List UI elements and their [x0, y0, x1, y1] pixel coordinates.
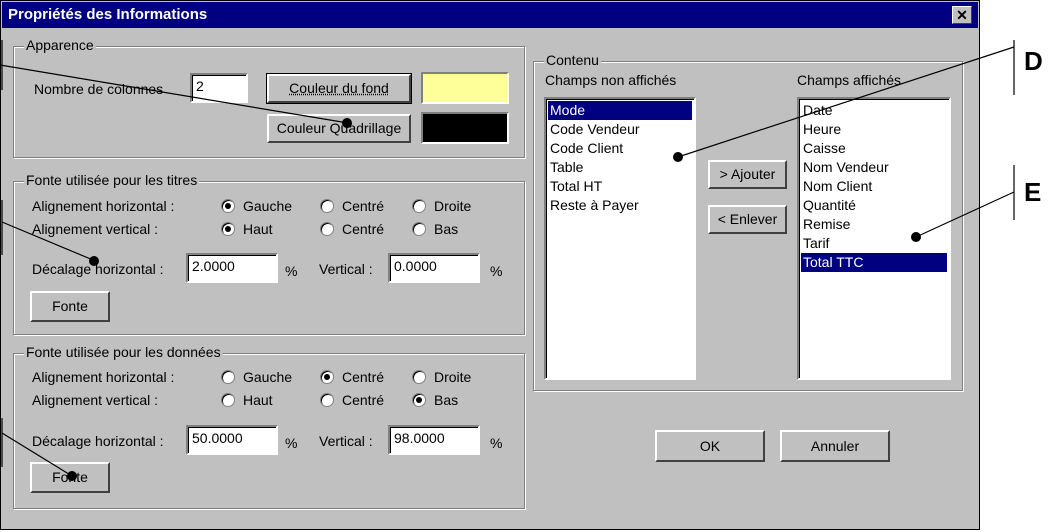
callout-dot-titles	[89, 256, 99, 266]
callout-label-d: D	[1024, 46, 1043, 76]
callout-dot-d	[673, 152, 683, 162]
callout-line-titles	[1, 221, 94, 261]
callout-label-e: E	[1024, 177, 1042, 207]
callout-lines	[0, 40, 1015, 477]
callout-dot-data	[67, 471, 77, 481]
callout-line-d	[677, 46, 1015, 158]
callout-line-e	[915, 191, 1015, 238]
callout-dot-apparence	[342, 118, 352, 128]
callout-dot-e	[911, 232, 921, 242]
callout-line-apparence	[0, 64, 349, 124]
callout-line-data	[1, 432, 73, 477]
